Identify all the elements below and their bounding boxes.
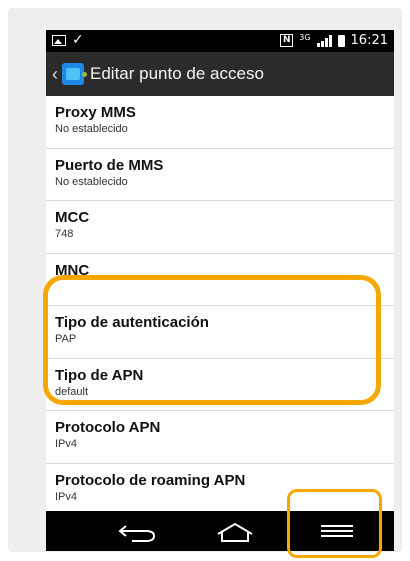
action-bar[interactable]: ‹ Editar punto de acceso: [46, 52, 394, 96]
item-value: No establecido: [55, 123, 128, 135]
item-value: IPv4: [55, 438, 78, 450]
back-button[interactable]: [98, 511, 178, 551]
signal-icon: [316, 34, 332, 47]
list-item-proxy-mms[interactable]: Proxy MMS No establecido: [46, 96, 394, 149]
list-item-mcc[interactable]: MCC 748: [46, 201, 394, 254]
nfc-icon: N: [280, 34, 294, 47]
item-title: Protocolo de roaming APN: [55, 471, 246, 489]
up-caret-icon[interactable]: ‹: [48, 64, 62, 85]
clock: 16:21: [350, 33, 388, 48]
home-button[interactable]: [198, 511, 278, 551]
item-title: Proxy MMS: [55, 104, 136, 121]
screenshot-notification-icon: [52, 34, 66, 46]
page-title: Editar punto de acceso: [90, 64, 264, 83]
list-item-mms-port[interactable]: Puerto de MMS No establecido: [46, 149, 394, 201]
status-bar: ✓ N 3G 16:21: [46, 30, 394, 52]
item-title: Protocolo APN: [55, 419, 161, 436]
item-value: 748: [55, 228, 74, 240]
home-icon: [217, 522, 253, 542]
network-type-icon: 3G: [299, 32, 311, 42]
battery-icon: [337, 34, 345, 47]
item-value: No establecido: [55, 175, 128, 188]
item-title: Puerto de MMS: [55, 156, 164, 174]
item-title: MCC: [55, 209, 90, 226]
settings-app-icon[interactable]: [62, 63, 87, 85]
highlight-menu-button: [287, 489, 382, 558]
highlight-auth-apn-type: [43, 275, 381, 405]
list-item-apn-protocol[interactable]: Protocolo APN IPv4: [46, 411, 394, 464]
back-icon: [118, 525, 156, 542]
check-notification-icon: ✓: [72, 32, 84, 48]
